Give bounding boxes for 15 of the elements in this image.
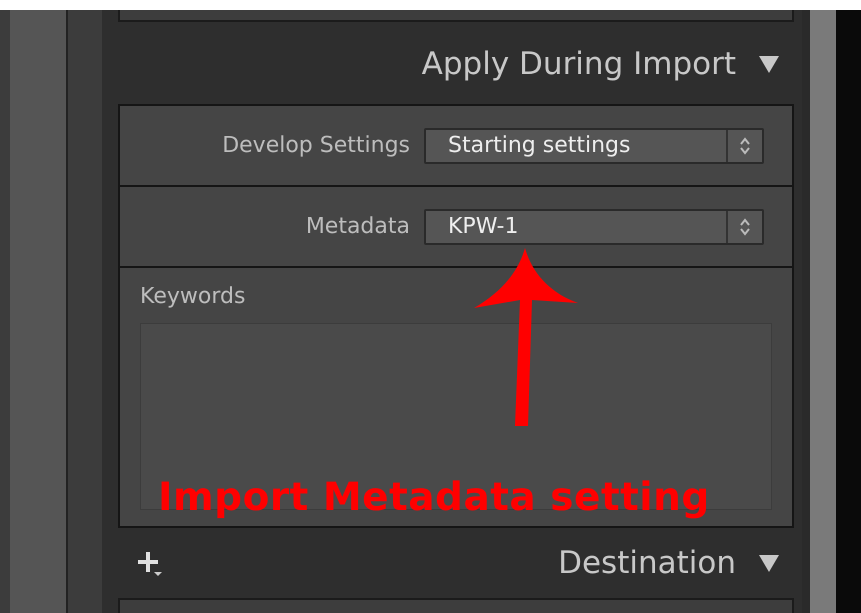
dropdown[interactable]: KPW-1 — [424, 208, 764, 244]
scrollbar[interactable] — [810, 10, 836, 613]
field-label: Metadata — [306, 214, 410, 239]
stepper-icon — [739, 136, 751, 154]
collapse-triangle-icon[interactable] — [758, 54, 780, 74]
panel-header[interactable]: Destination — [118, 528, 794, 598]
collapse-triangle-icon[interactable] — [758, 553, 780, 573]
field-label: Develop Settings — [222, 133, 410, 158]
annotation-text: Import Metadata setting — [158, 475, 710, 520]
dropdown[interactable]: Starting settings — [424, 128, 764, 164]
panel-title: Apply During Import — [422, 46, 736, 82]
panel-title: Destination — [558, 545, 736, 581]
keywords-label: Keywords — [140, 284, 246, 309]
panel-header[interactable]: Apply During Import — [118, 22, 794, 106]
stepper-icon — [739, 218, 751, 236]
